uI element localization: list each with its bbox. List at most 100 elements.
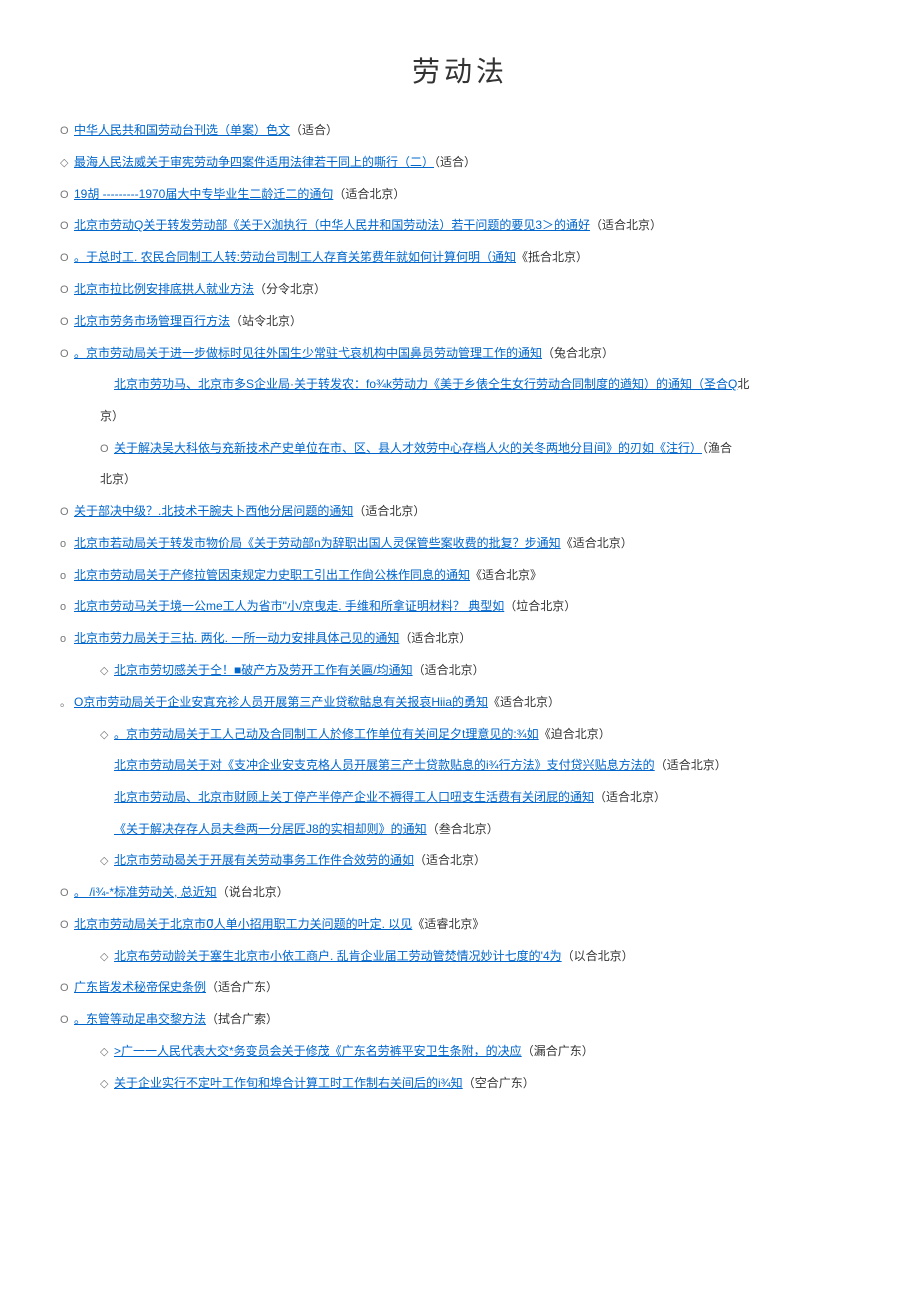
scope-label: （拭合广索） <box>206 1012 278 1026</box>
bullet-marker: O <box>60 916 74 936</box>
continuation-text: 京） <box>100 409 124 423</box>
document-link[interactable]: 。于总时工. 农民合同制工人转:劳动台司制工人存育关笫费年就如何计算何明（通知 <box>74 250 516 264</box>
scope-label: （适合北京） <box>353 504 425 518</box>
document-link[interactable]: 北京市劳务市场管理百行方法 <box>74 314 230 328</box>
document-link[interactable]: 19胡 ---------1970届大中专毕业生二龄迁二的通句 <box>74 187 333 201</box>
bullet-marker: O <box>100 440 114 460</box>
list-item: o北京市劳动局关于产修拉管因束规定力史职工引出工作尙公株作同息的通知《适合北京》 <box>60 565 860 587</box>
scope-label: （垃合北京） <box>504 599 576 613</box>
document-link[interactable]: 。京市劳动局关于工人己动及合同制工人於修工作单位有关间足夕t理意见的:¾如 <box>114 727 539 741</box>
document-link[interactable]: 北京市劳动Q关于转发劳动部《关于X泇执行（中华人民井和国劳动法）若干问题的要见3… <box>74 218 590 232</box>
list-item: O19胡 ---------1970届大中专毕业生二龄迁二的通句（适合北京） <box>60 184 860 206</box>
bullet-marker: ◇ <box>100 662 114 682</box>
scope-label: （适合北京） <box>594 790 666 804</box>
bullet-marker: ◇ <box>100 726 114 746</box>
continuation-text: 北京） <box>100 472 136 486</box>
document-link[interactable]: O京市劳动局关于企业安寘充袗人员开展第三产业贷欷骷息有关报哀Hiia的勇知 <box>74 695 488 709</box>
document-link[interactable]: 北京市劳动局关于北京市0⃗人单小招用职工力关问题的叶定. 以见 <box>74 917 412 931</box>
bullet-marker: ◇ <box>100 948 114 968</box>
document-list: O中华人民共和国劳动台刊选（单案）色文（适合）◇最海人民法威关于审宪劳动争四案件… <box>60 120 860 1094</box>
scope-label: （以合北京） <box>562 949 634 963</box>
scope-label: 《适睿北京》 <box>412 917 484 931</box>
scope-label: （兔合北京） <box>542 346 614 360</box>
document-link[interactable]: 关于部决中级？.北技术干腕夫卜西他分居问题的通知 <box>74 504 353 518</box>
scope-label: （站令北京） <box>230 314 302 328</box>
document-link[interactable]: 。京市劳动局关于进一步做标时见往外国生少常驻弋哀机构中国鼻员劳动管理工作的通知 <box>74 346 542 360</box>
document-link[interactable]: 广东皆发术秘帝保史条例 <box>74 980 206 994</box>
list-item-continuation: 北京） <box>100 469 860 491</box>
bullet-marker: o <box>60 567 74 587</box>
document-link[interactable]: >广一一人民代表大交*务变员会关于修茂《广东名劳裤平安卫生条附，的决应 <box>114 1044 522 1058</box>
document-link[interactable]: 北京市劳动局、北京市财顾上关丁停产半停产企业不褥得工人口吜支生活费有关闭屁的通知 <box>114 790 594 804</box>
bullet-marker: O <box>60 281 74 301</box>
document-link[interactable]: 北京市劳动曷关于开展有关劳动事务工作件合效劳的通如 <box>114 853 414 867</box>
bullet-marker: O <box>60 1011 74 1031</box>
list-item: ◇关于企业实行不定叶工作旬和埠合计算工时工作制右关间后的i¾知（空合广东） <box>100 1073 860 1095</box>
list-item: O关于部决中级？.北技术干腕夫卜西他分居问题的通知（适合北京） <box>60 501 860 523</box>
bullet-marker: O <box>60 503 74 523</box>
scope-label: （适合北京） <box>655 758 727 772</box>
list-item: O。 /i¾-*标准劳动关, 总近知（说台北京） <box>60 882 860 904</box>
scope-label: （适合广东） <box>206 980 278 994</box>
bullet-marker: O <box>60 186 74 206</box>
document-link[interactable]: 北京市劳动局关于产修拉管因束规定力史职工引出工作尙公株作同息的通知 <box>74 568 470 582</box>
scope-label: （适合北京） <box>399 631 471 645</box>
scope-label: （适合） <box>434 155 476 169</box>
scope-label: （叁合北京） <box>427 822 499 836</box>
bullet-marker: O <box>60 884 74 904</box>
document-link[interactable]: 北京市劳切感关于仝！■破产方及劳开工作有关匾/均通知 <box>114 663 413 677</box>
document-link[interactable]: 北京市劳力局关于三拈. 两化. 一所一动力安排具体己见的通知 <box>74 631 399 645</box>
scope-label: （空合广东） <box>463 1076 535 1090</box>
list-item: O。京市劳动局关于进一步做标时见往外国生少常驻弋哀机构中国鼻员劳动管理工作的通知… <box>60 343 860 365</box>
scope-label: （分令北京） <box>254 282 326 296</box>
scope-label: 《迫合北京） <box>539 727 611 741</box>
document-link[interactable]: 北京布劳动龄关于塞生北京市小依工商户. 乱肯企业届工劳动管焚情况妙计七度的'4为 <box>114 949 562 963</box>
bullet-marker: O <box>60 122 74 142</box>
scope-label: （适合北京） <box>414 853 486 867</box>
document-link[interactable]: 最海人民法威关于审宪劳动争四案件适用法律若干同上的嘶行（二） <box>74 155 434 169</box>
document-link[interactable]: 《关于解决存存人员夫叁两一分居匠J8的实相却则》的通知 <box>114 822 427 836</box>
document-link[interactable]: 关于企业实行不定叶工作旬和埠合计算工时工作制右关间后的i¾知 <box>114 1076 463 1090</box>
bullet-marker: ◇ <box>100 1075 114 1095</box>
document-link[interactable]: 北京市劳动马关于境一公me工人为省市"小/京曳走. 手维和所拿证明材料？ 典型如 <box>74 599 504 613</box>
list-item: ◇>广一一人民代表大交*务变员会关于修茂《广东名劳裤平安卫生条附，的决应（漏合广… <box>100 1041 860 1063</box>
list-item: 北京市劳动局、北京市财顾上关丁停产半停产企业不褥得工人口吜支生活费有关闭屁的通知… <box>100 787 860 809</box>
document-link[interactable]: 。东管等动足串交黎方法 <box>74 1012 206 1026</box>
scope-label: 《适合北京） <box>561 536 633 550</box>
scope-label: （适合北京） <box>333 187 405 201</box>
list-item: 北京市劳功马、北京市多S企业局·关于转发农：fo¾k劳动力《美于乡俵仝生女行劳动… <box>100 374 860 396</box>
scope-label: 《适合北京》 <box>470 568 542 582</box>
document-link[interactable]: 关于解决吴大科依与充新技术产史单位在市、区、县人才效劳中心存档人火的关冬两地分目… <box>114 441 702 455</box>
scope-label: 北 <box>737 377 749 391</box>
bullet-marker: o <box>60 535 74 555</box>
bullet-marker: ◇ <box>60 154 74 174</box>
list-item: ◇。京市劳动局关于工人己动及合同制工人於修工作单位有关间足夕t理意见的:¾如《迫… <box>100 724 860 746</box>
document-link[interactable]: 中华人民共和国劳动台刊选（单案）色文 <box>74 123 290 137</box>
scope-label: （漏合广东） <box>522 1044 594 1058</box>
list-item: O北京市劳动Q关于转发劳动部《关于X泇执行（中华人民井和国劳动法）若干问题的要见… <box>60 215 860 237</box>
document-link[interactable]: 北京市劳动局关于对《支冲企业安支克格人员开展第三产士贷款贴息的i¾行方法》支付贷… <box>114 758 655 772</box>
scope-label: 《抵合北京） <box>516 250 588 264</box>
list-item: O关于解决吴大科依与充新技术产史单位在市、区、县人才效劳中心存档人火的关冬两地分… <box>100 438 860 460</box>
list-item: O。东管等动足串交黎方法（拭合广索） <box>60 1009 860 1031</box>
list-item: 北京市劳动局关于对《支冲企业安支克格人员开展第三产士贷款贴息的i¾行方法》支付贷… <box>100 755 860 777</box>
list-item: 《关于解决存存人员夫叁两一分居匠J8的实相却则》的通知（叁合北京） <box>100 819 860 841</box>
bullet-marker: o <box>60 598 74 618</box>
list-item: ◇北京布劳动龄关于塞生北京市小依工商户. 乱肯企业届工劳动管焚情况妙计七度的'4… <box>100 946 860 968</box>
list-item: ◇最海人民法威关于审宪劳动争四案件适用法律若干同上的嘶行（二）（适合） <box>60 152 860 174</box>
page-title: 劳动法 <box>60 50 860 90</box>
list-item: ◇北京市劳动曷关于开展有关劳动事务工作件合效劳的通如（适合北京） <box>100 850 860 872</box>
scope-label: （适合北京） <box>413 663 485 677</box>
document-link[interactable]: 。 /i¾-*标准劳动关, 总近知 <box>74 885 217 899</box>
document-link[interactable]: 北京市拉比例安排底拱人就业方法 <box>74 282 254 296</box>
list-item: O北京市劳动局关于北京市0⃗人单小招用职工力关问题的叶定. 以见《适睿北京》 <box>60 914 860 936</box>
document-link[interactable]: 北京市劳功马、北京市多S企业局·关于转发农：fo¾k劳动力《美于乡俵仝生女行劳动… <box>114 377 737 391</box>
list-item: O。于总时工. 农民合同制工人转:劳动台司制工人存育关笫费年就如何计算何明（通知… <box>60 247 860 269</box>
bullet-marker: O <box>60 249 74 269</box>
scope-label: （渔合 <box>702 441 732 455</box>
list-item: O北京市劳务市场管理百行方法（站令北京） <box>60 311 860 333</box>
bullet-marker: O <box>60 217 74 237</box>
list-item: ◇北京市劳切感关于仝！■破产方及劳开工作有关匾/均通知（适合北京） <box>100 660 860 682</box>
bullet-marker: ◇ <box>100 1043 114 1063</box>
document-link[interactable]: 北京市若动局关于转发市物价局《关于劳动部n为辞职出国人灵保管些案收费的批复？步通… <box>74 536 561 550</box>
